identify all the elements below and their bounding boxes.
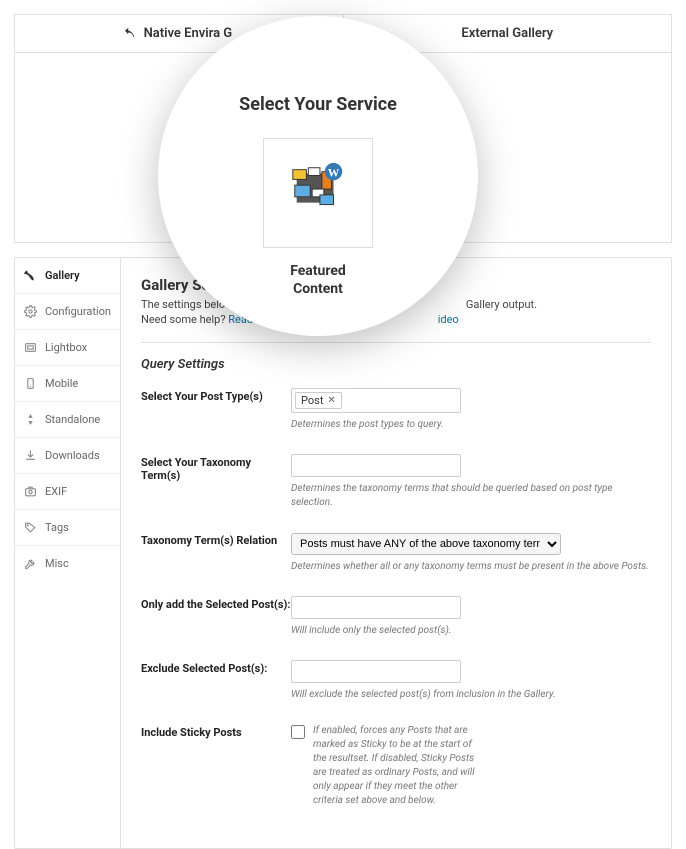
- sidebar-label: Tags: [45, 521, 69, 534]
- exclude-posts-input[interactable]: [291, 660, 461, 683]
- field-exclude-posts: Exclude Selected Post(s): Will exclude t…: [141, 660, 651, 702]
- download-icon: [24, 449, 37, 462]
- taxonomy-label: Select Your Taxonomy Term(s): [141, 454, 291, 510]
- sidebar-label: Misc: [45, 557, 69, 570]
- exclude-posts-hint: Will exclude the selected post(s) from i…: [291, 688, 651, 702]
- field-only-posts: Only add the Selected Post(s): Will incl…: [141, 596, 651, 638]
- relation-label: Taxonomy Term(s) Relation: [141, 532, 291, 574]
- exclude-posts-label: Exclude Selected Post(s):: [141, 660, 291, 702]
- sidebar-label: Gallery: [45, 269, 80, 282]
- field-taxonomy: Select Your Taxonomy Term(s) Determines …: [141, 454, 651, 510]
- settings-sidebar: Gallery Configuration Lightbox Mobile St…: [15, 258, 121, 848]
- field-sticky: Include Sticky Posts If enabled, forces …: [141, 724, 651, 808]
- field-post-type: Select Your Post Type(s) Post ✕ Determin…: [141, 388, 651, 432]
- wrench-icon: [24, 557, 37, 570]
- sidebar-label: Configuration: [45, 305, 111, 318]
- sidebar-label: EXIF: [45, 485, 67, 498]
- camera-icon: [24, 485, 37, 498]
- tag-icon: [24, 521, 37, 534]
- settings-panel: Gallery Configuration Lightbox Mobile St…: [14, 257, 672, 849]
- only-posts-input[interactable]: [291, 596, 461, 619]
- divider: [141, 342, 651, 343]
- featured-content-card[interactable]: W: [263, 138, 373, 248]
- leaf-icon: [125, 27, 136, 38]
- post-type-chip: Post ✕: [295, 392, 342, 409]
- sticky-checkbox[interactable]: [291, 725, 305, 739]
- mobile-icon: [24, 377, 37, 390]
- sticky-label: Include Sticky Posts: [141, 724, 291, 808]
- post-type-hint: Determines the post types to query.: [291, 418, 651, 432]
- sidebar-item-mobile[interactable]: Mobile: [15, 366, 120, 402]
- taxonomy-input[interactable]: [291, 454, 461, 477]
- query-settings-heading: Query Settings: [141, 357, 651, 372]
- leaf-icon: [24, 269, 37, 282]
- post-type-label: Select Your Post Type(s): [141, 388, 291, 432]
- sidebar-item-lightbox[interactable]: Lightbox: [15, 330, 120, 366]
- sidebar-label: Lightbox: [45, 341, 87, 354]
- featured-content-icon: W: [287, 160, 349, 226]
- sidebar-item-exif[interactable]: EXIF: [15, 474, 120, 510]
- sticky-hint: If enabled, forces any Posts that are ma…: [313, 724, 483, 808]
- sidebar-label: Standalone: [45, 413, 100, 426]
- sidebar-label: Mobile: [45, 377, 78, 390]
- sidebar-item-configuration[interactable]: Configuration: [15, 294, 120, 330]
- standalone-icon: [24, 413, 37, 426]
- svg-text:W: W: [328, 166, 340, 179]
- select-service-heading: Select Your Service: [239, 94, 397, 115]
- field-relation: Taxonomy Term(s) Relation Posts must hav…: [141, 532, 651, 574]
- lightbox-icon: [24, 341, 37, 354]
- settings-content: Gallery Setti The settings below a xxxxx…: [121, 258, 671, 848]
- tab-external-label: External Gallery: [461, 26, 553, 41]
- sidebar-item-tags[interactable]: Tags: [15, 510, 120, 546]
- post-type-input[interactable]: Post ✕: [291, 388, 461, 413]
- sidebar-label: Downloads: [45, 449, 100, 462]
- remove-chip-icon[interactable]: ✕: [327, 395, 335, 406]
- tab-native-label: Native Envira G: [144, 26, 233, 41]
- gear-icon: [24, 305, 37, 318]
- taxonomy-hint: Determines the taxonomy terms that shoul…: [291, 482, 651, 510]
- only-posts-label: Only add the Selected Post(s):: [141, 596, 291, 638]
- relation-select[interactable]: Posts must have ANY of the above taxonom…: [291, 533, 561, 555]
- relation-hint: Determines whether all or any taxonomy t…: [291, 560, 651, 574]
- service-selector-zoom: Select Your Service W Featured Content: [158, 16, 478, 336]
- sidebar-item-misc[interactable]: Misc: [15, 546, 120, 581]
- sidebar-item-gallery[interactable]: Gallery: [15, 258, 120, 294]
- only-posts-hint: Will include only the selected post(s).: [291, 624, 651, 638]
- sidebar-item-downloads[interactable]: Downloads: [15, 438, 120, 474]
- sidebar-item-standalone[interactable]: Standalone: [15, 402, 120, 438]
- featured-content-label: Featured Content: [290, 262, 346, 298]
